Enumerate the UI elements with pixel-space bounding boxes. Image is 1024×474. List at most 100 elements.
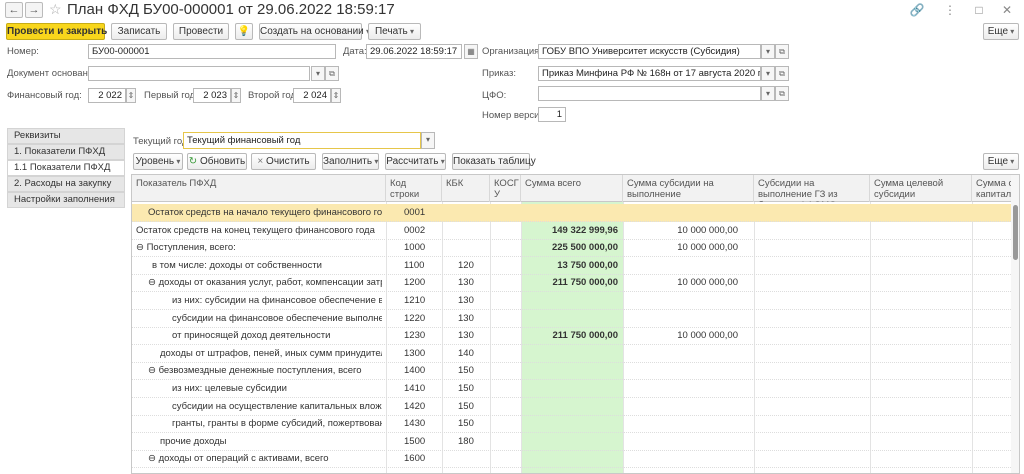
cell-code[interactable]: 1210 <box>404 292 444 310</box>
cell-kbk[interactable]: 130 <box>458 310 488 328</box>
cell-code[interactable]: 0002 <box>404 222 444 240</box>
cell-state-task[interactable] <box>626 204 738 222</box>
fin-year-stepper-icon[interactable]: ⇕ <box>126 88 136 103</box>
cell-indicator[interactable]: от приносящей доход деятельности <box>172 327 382 345</box>
header-code[interactable]: Код строки <box>386 175 442 202</box>
cell-code[interactable]: 1000 <box>404 239 444 257</box>
table-row[interactable]: субсидии на финансовое обеспечение выпол… <box>132 310 1019 328</box>
sidebar-item-indicators[interactable]: 1.1 Показатели ПФХД <box>7 160 125 176</box>
cell-code[interactable]: 1600 <box>404 450 444 468</box>
calendar-icon[interactable]: ▦ <box>464 44 478 59</box>
table-row[interactable]: ⊖ доходы от операций с активами, всего 16… <box>132 450 1019 469</box>
indicators-table[interactable]: Показатель ПФХД Код строки КБК КОСГ У Су… <box>131 174 1020 474</box>
cell-code[interactable]: 1220 <box>404 310 444 328</box>
cell-kbk[interactable] <box>458 239 488 257</box>
header-indicator[interactable]: Показатель ПФХД <box>132 175 386 202</box>
cell-state-task[interactable] <box>626 292 738 310</box>
cell-state-task[interactable] <box>626 433 738 451</box>
table-row[interactable]: ⊖ доходы от оказания услуг, работ, компе… <box>132 274 1019 293</box>
cell-indicator[interactable]: из них: целевые субсидии <box>172 380 382 398</box>
cell-kbk[interactable] <box>458 222 488 240</box>
cell-total[interactable] <box>524 433 618 451</box>
cell-state-task[interactable] <box>626 362 738 380</box>
more-button[interactable]: Еще <box>983 23 1019 40</box>
post-and-close-button[interactable]: Провести и закрыть <box>6 23 107 40</box>
open-link-icon[interactable]: ⧉ <box>775 44 789 59</box>
header-ffoms[interactable]: Субсидии на выполнение ГЗ из бюджета ФФО… <box>754 175 870 202</box>
cell-state-task[interactable] <box>626 257 738 275</box>
cell-total[interactable] <box>524 415 618 433</box>
cell-total[interactable] <box>524 204 618 222</box>
table-row[interactable]: в том числе: доходы от собственности 1100… <box>132 257 1019 275</box>
cell-total[interactable] <box>524 292 618 310</box>
show-table-button[interactable]: Показать таблицу <box>452 153 536 170</box>
open-link-icon[interactable]: ⧉ <box>775 66 789 81</box>
cfo-field[interactable] <box>538 86 761 101</box>
cell-total[interactable]: 13 750 000,00 <box>524 257 618 275</box>
cell-indicator[interactable]: ⊖ безвозмездные денежные поступления, вс… <box>148 362 382 380</box>
table-row[interactable]: Остаток средств на конец текущего финанс… <box>132 222 1019 240</box>
cell-state-task[interactable] <box>626 345 738 363</box>
first-year-field[interactable]: 2 023 <box>193 88 231 103</box>
cell-kbk[interactable]: 150 <box>458 398 488 416</box>
first-year-stepper-icon[interactable]: ⇕ <box>231 88 241 103</box>
cell-state-task[interactable] <box>626 415 738 433</box>
header-kbk[interactable]: КБК <box>442 175 490 202</box>
chevron-down-icon[interactable]: ▾ <box>421 132 435 149</box>
cell-state-task[interactable]: 10 000 000,00 <box>626 274 738 292</box>
cell-total[interactable]: 149 322 999,96 <box>524 222 618 240</box>
cell-kbk[interactable] <box>458 450 488 468</box>
cell-code[interactable]: 1500 <box>404 433 444 451</box>
cell-kbk[interactable]: 150 <box>458 380 488 398</box>
cell-total[interactable] <box>524 345 618 363</box>
star-icon[interactable]: ☆ <box>49 1 62 17</box>
cell-kbk[interactable]: 150 <box>458 362 488 380</box>
cell-total[interactable]: 211 750 000,00 <box>524 274 618 292</box>
cell-kbk[interactable]: 130 <box>458 292 488 310</box>
chevron-down-icon[interactable]: ▾ <box>311 66 325 81</box>
cell-state-task[interactable] <box>626 380 738 398</box>
header-state-task[interactable]: Сумма субсидии на выполнение государстве… <box>623 175 754 202</box>
sidebar-item-requisites[interactable]: Реквизиты <box>7 128 125 144</box>
cell-code[interactable]: 1300 <box>404 345 444 363</box>
cell-code[interactable]: 1230 <box>404 327 444 345</box>
cell-indicator[interactable]: в том числе: доходы от собственности <box>152 257 382 275</box>
cell-kbk[interactable]: 140 <box>458 345 488 363</box>
cell-code[interactable]: 0001 <box>404 204 444 222</box>
cell-indicator[interactable]: из них: субсидии на финансовое обеспечен… <box>172 292 382 310</box>
cell-indicator[interactable]: субсидии на финансовое обеспечение выпол… <box>172 310 382 328</box>
cell-indicator[interactable]: гранты, гранты в форме субсидий, пожертв… <box>172 415 382 433</box>
table-row[interactable]: прочие доходы 1500 180 <box>132 433 1019 451</box>
cell-indicator[interactable]: прочие доходы <box>160 433 382 451</box>
fin-year-field[interactable]: 2 022 <box>88 88 126 103</box>
cell-indicator[interactable]: Остаток средств на начало текущего финан… <box>148 204 382 222</box>
clear-button[interactable]: × Очистить <box>251 153 316 170</box>
org-field[interactable]: ГОБУ ВПО Университет искусств (Субсидия) <box>538 44 761 59</box>
cell-total[interactable] <box>524 380 618 398</box>
sidebar-item-settings[interactable]: Настройки заполнения <box>7 192 125 208</box>
chevron-down-icon[interactable]: ▾ <box>761 44 775 59</box>
cell-code[interactable]: 1430 <box>404 415 444 433</box>
header-kosgu[interactable]: КОСГ У <box>490 175 521 202</box>
cell-kbk[interactable]: 130 <box>458 327 488 345</box>
cell-code[interactable]: 1100 <box>404 257 444 275</box>
cell-state-task[interactable] <box>626 310 738 328</box>
open-link-icon[interactable]: ⧉ <box>325 66 339 81</box>
sidebar-item-purchases[interactable]: 2. Расходы на закупку <box>7 176 125 192</box>
scrollbar-thumb[interactable] <box>1013 205 1018 260</box>
vertical-scrollbar[interactable] <box>1011 175 1019 473</box>
calculate-button[interactable]: Рассчитать <box>385 153 446 170</box>
cell-kbk[interactable]: 120 <box>458 257 488 275</box>
chevron-down-icon[interactable]: ▾ <box>761 66 775 81</box>
forward-icon[interactable]: → <box>25 2 43 18</box>
cell-total[interactable] <box>524 310 618 328</box>
cell-kbk[interactable]: 150 <box>458 415 488 433</box>
second-year-stepper-icon[interactable]: ⇕ <box>331 88 341 103</box>
cell-state-task[interactable] <box>626 450 738 468</box>
order-field[interactable]: Приказ Минфина РФ № 168н от 17 августа 2… <box>538 66 761 81</box>
cell-code[interactable]: 1420 <box>404 398 444 416</box>
cell-kbk[interactable]: 130 <box>458 274 488 292</box>
cell-indicator[interactable]: субсидии на осуществление капитальных вл… <box>172 398 382 416</box>
table-row[interactable]: из них: целевые субсидии 1410 150 <box>132 380 1019 398</box>
cell-indicator[interactable]: ⊖ доходы от оказания услуг, работ, компе… <box>148 274 382 292</box>
